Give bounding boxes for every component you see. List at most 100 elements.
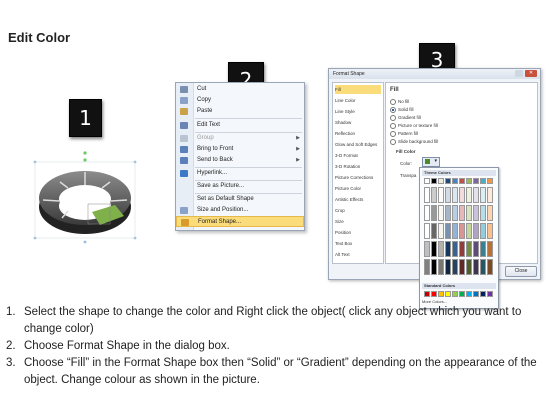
theme-color-swatch[interactable]	[466, 178, 472, 184]
theme-color-swatch[interactable]	[480, 223, 486, 239]
nav-item-reflection[interactable]: Reflection	[335, 129, 381, 138]
theme-color-swatch[interactable]	[452, 241, 458, 257]
menu-item-format-shape[interactable]: Format Shape...	[176, 216, 304, 227]
theme-color-swatch[interactable]	[487, 259, 493, 275]
menu-item-set-default-shape[interactable]: Set as Default Shape	[176, 194, 304, 205]
theme-color-swatch[interactable]	[445, 241, 451, 257]
theme-color-swatch[interactable]	[466, 187, 472, 203]
theme-color-swatch[interactable]	[466, 223, 472, 239]
theme-color-swatch[interactable]	[452, 187, 458, 203]
theme-color-swatch[interactable]	[473, 205, 479, 221]
close-button[interactable]: Close	[505, 266, 537, 277]
theme-color-swatch[interactable]	[480, 187, 486, 203]
radio-gradient-fill[interactable]: Gradient fill	[390, 115, 421, 121]
theme-color-swatch[interactable]	[438, 259, 444, 275]
help-button[interactable]	[515, 70, 523, 77]
radio-slide-background-fill[interactable]: Slide background fill	[390, 139, 438, 145]
nav-item-3d-format[interactable]: 3-D Format	[335, 151, 381, 160]
theme-color-swatch[interactable]	[424, 178, 430, 184]
theme-color-swatch[interactable]	[438, 223, 444, 239]
standard-color-swatch[interactable]	[466, 291, 472, 297]
theme-color-swatch[interactable]	[431, 205, 437, 221]
standard-color-swatch[interactable]	[459, 291, 465, 297]
theme-color-swatch[interactable]	[473, 223, 479, 239]
theme-color-swatch[interactable]	[487, 187, 493, 203]
theme-color-swatch[interactable]	[480, 259, 486, 275]
menu-item-cut[interactable]: Cut	[176, 84, 304, 95]
theme-color-swatch[interactable]	[438, 241, 444, 257]
theme-color-swatch[interactable]	[452, 178, 458, 184]
segmented-ring-shape[interactable]	[30, 150, 140, 245]
standard-color-swatch[interactable]	[473, 291, 479, 297]
radio-solid-fill[interactable]: Solid fill	[390, 107, 414, 113]
nav-item-line-color[interactable]: Line Color	[335, 96, 381, 105]
radio-no-fill[interactable]: No fill	[390, 99, 409, 105]
theme-color-swatch[interactable]	[424, 241, 430, 257]
theme-color-swatch[interactable]	[452, 259, 458, 275]
nav-item-3d-rotation[interactable]: 3-D Rotation	[335, 162, 381, 171]
nav-item-fill[interactable]: Fill	[335, 85, 381, 94]
theme-color-swatch[interactable]	[445, 205, 451, 221]
standard-color-swatch[interactable]	[424, 291, 430, 297]
theme-color-swatch[interactable]	[452, 205, 458, 221]
standard-color-swatch[interactable]	[480, 291, 486, 297]
theme-color-swatch[interactable]	[438, 187, 444, 203]
theme-color-swatch[interactable]	[487, 205, 493, 221]
standard-color-swatch[interactable]	[438, 291, 444, 297]
theme-color-swatch[interactable]	[480, 205, 486, 221]
theme-color-swatch[interactable]	[424, 223, 430, 239]
standard-color-swatch[interactable]	[445, 291, 451, 297]
theme-color-swatch[interactable]	[438, 178, 444, 184]
theme-color-swatch[interactable]	[459, 205, 465, 221]
menu-item-edit-text[interactable]: Edit Text	[176, 120, 304, 131]
menu-item-paste[interactable]: Paste	[176, 106, 304, 117]
radio-picture-fill[interactable]: Picture or texture fill	[390, 123, 438, 129]
menu-item-save-as-picture[interactable]: Save as Picture...	[176, 181, 304, 192]
theme-color-swatch[interactable]	[473, 178, 479, 184]
nav-item-size[interactable]: Size	[335, 217, 381, 226]
menu-item-send-to-back[interactable]: Send to Back ▶	[176, 155, 304, 166]
nav-item-picture-color[interactable]: Picture Color	[335, 184, 381, 193]
theme-color-swatch[interactable]	[487, 241, 493, 257]
theme-color-swatch[interactable]	[459, 241, 465, 257]
nav-item-position[interactable]: Position	[335, 228, 381, 237]
nav-item-artistic-effects[interactable]: Artistic Effects	[335, 195, 381, 204]
theme-color-swatch[interactable]	[487, 223, 493, 239]
theme-color-swatch[interactable]	[424, 259, 430, 275]
theme-color-swatch[interactable]	[487, 178, 493, 184]
nav-item-crop[interactable]: Crop	[335, 206, 381, 215]
theme-color-swatch[interactable]	[459, 178, 465, 184]
menu-item-bring-to-front[interactable]: Bring to Front ▶	[176, 144, 304, 155]
theme-color-swatch[interactable]	[445, 178, 451, 184]
theme-color-swatch[interactable]	[445, 259, 451, 275]
selection-handle[interactable]	[83, 240, 87, 244]
nav-item-line-style[interactable]: Line Style	[335, 107, 381, 116]
close-icon[interactable]: ✕	[525, 70, 537, 77]
theme-color-swatch[interactable]	[480, 241, 486, 257]
radio-pattern-fill[interactable]: Pattern fill	[390, 131, 418, 137]
theme-color-swatch[interactable]	[438, 205, 444, 221]
nav-item-picture-corrections[interactable]: Picture Corrections	[335, 173, 381, 182]
menu-item-copy[interactable]: Copy	[176, 95, 304, 106]
theme-color-swatch[interactable]	[473, 241, 479, 257]
menu-item-size-and-position[interactable]: Size and Position...	[176, 205, 304, 216]
standard-color-swatch[interactable]	[487, 291, 493, 297]
nav-item-text-box[interactable]: Text Box	[335, 239, 381, 248]
theme-color-swatch[interactable]	[445, 187, 451, 203]
theme-color-swatch[interactable]	[431, 241, 437, 257]
selection-handle[interactable]	[83, 158, 87, 162]
nav-item-alt-text[interactable]: Alt Text	[335, 250, 381, 259]
fill-color-dropdown[interactable]: ▾	[422, 157, 440, 167]
theme-color-swatch[interactable]	[473, 187, 479, 203]
theme-color-swatch[interactable]	[480, 178, 486, 184]
theme-color-swatch[interactable]	[466, 205, 472, 221]
standard-color-swatch[interactable]	[431, 291, 437, 297]
menu-item-hyperlink[interactable]: Hyperlink...	[176, 168, 304, 179]
theme-color-swatch[interactable]	[431, 178, 437, 184]
selection-handle[interactable]	[83, 151, 87, 155]
theme-color-swatch[interactable]	[431, 223, 437, 239]
theme-color-swatch[interactable]	[431, 259, 437, 275]
theme-color-swatch[interactable]	[452, 223, 458, 239]
theme-color-swatch[interactable]	[424, 187, 430, 203]
nav-item-glow[interactable]: Glow and Soft Edges	[335, 140, 381, 149]
